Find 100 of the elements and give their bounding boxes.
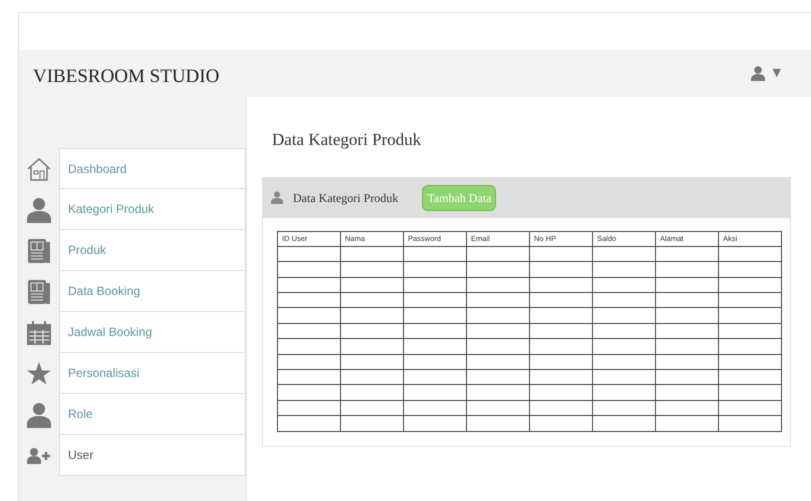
table-cell bbox=[340, 384, 404, 400]
table-cell bbox=[718, 277, 782, 293]
table-cell bbox=[466, 246, 530, 262]
document-icon bbox=[28, 238, 50, 262]
table-cell bbox=[530, 246, 592, 262]
table-cell bbox=[530, 277, 592, 293]
table-cell bbox=[340, 323, 404, 339]
table-cell bbox=[404, 370, 466, 385]
table-cell bbox=[340, 354, 404, 370]
table-cell bbox=[592, 416, 656, 432]
table-cell bbox=[656, 400, 718, 416]
table-cell bbox=[278, 338, 340, 354]
table-cell bbox=[530, 416, 592, 432]
table-cell bbox=[530, 370, 592, 385]
table-cell bbox=[466, 323, 530, 339]
sidebar-item[interactable]: User bbox=[59, 435, 246, 476]
table-cell bbox=[278, 400, 340, 416]
page-title: Data Kategori Produk bbox=[272, 129, 422, 151]
table-cell bbox=[592, 246, 656, 262]
table-cell bbox=[404, 416, 466, 432]
table-cell bbox=[278, 262, 340, 278]
table-cell bbox=[718, 292, 782, 308]
document-icon bbox=[28, 280, 50, 304]
table-cell bbox=[530, 354, 592, 370]
table-cell bbox=[718, 384, 782, 400]
add-user-icon bbox=[27, 448, 51, 464]
table-cell bbox=[656, 292, 718, 308]
table-cell bbox=[340, 262, 404, 278]
table-cell bbox=[340, 292, 404, 308]
sidebar-item[interactable]: Personalisasi bbox=[59, 353, 246, 394]
table-cell bbox=[592, 308, 656, 324]
table-cell bbox=[718, 262, 782, 278]
table-cell bbox=[592, 277, 656, 293]
table-cell bbox=[530, 323, 592, 339]
card-title: Data Kategori Produk bbox=[293, 190, 398, 206]
sidebar-item[interactable]: Role bbox=[59, 394, 246, 435]
table-cell bbox=[656, 338, 718, 354]
table-cell bbox=[404, 292, 466, 308]
table-cell bbox=[718, 323, 782, 339]
house-icon bbox=[26, 156, 52, 182]
table-cell bbox=[466, 262, 530, 278]
user-icon bbox=[271, 191, 283, 204]
table-cell bbox=[404, 277, 466, 293]
table-cell bbox=[340, 277, 404, 293]
table-cell bbox=[404, 354, 466, 370]
table-cell bbox=[530, 292, 592, 308]
table-cell bbox=[592, 323, 656, 339]
sidebar-item[interactable]: Produk bbox=[59, 230, 246, 271]
table-cell bbox=[466, 400, 530, 416]
table-cell bbox=[718, 338, 782, 354]
table-cell bbox=[592, 262, 656, 278]
calendar-icon bbox=[27, 320, 51, 344]
user-icon bbox=[750, 66, 765, 81]
sidebar-item[interactable]: Data Booking bbox=[59, 271, 246, 312]
table-cell bbox=[656, 354, 718, 370]
table-cell bbox=[340, 338, 404, 354]
table-cell bbox=[530, 308, 592, 324]
table-cell bbox=[592, 384, 656, 400]
table-cell bbox=[278, 277, 340, 293]
table-cell bbox=[278, 246, 340, 262]
table-cell bbox=[404, 246, 466, 262]
table-cell bbox=[404, 338, 466, 354]
table-cell bbox=[592, 400, 656, 416]
table-cell bbox=[656, 308, 718, 324]
add-data-button[interactable]: Tambah Data bbox=[422, 184, 496, 210]
table-cell bbox=[656, 384, 718, 400]
table-cell bbox=[718, 246, 782, 262]
table-cell bbox=[530, 262, 592, 278]
table-cell bbox=[278, 384, 340, 400]
table-cell bbox=[530, 400, 592, 416]
table-cell bbox=[466, 370, 530, 385]
table-cell bbox=[278, 308, 340, 324]
table-cell bbox=[656, 416, 718, 432]
table-cell bbox=[466, 277, 530, 293]
table-cell bbox=[340, 246, 404, 262]
table-cell bbox=[466, 354, 530, 370]
table-cell bbox=[466, 384, 530, 400]
table-cell bbox=[718, 400, 782, 416]
table-cell bbox=[656, 262, 718, 278]
person-icon bbox=[27, 402, 51, 428]
sidebar-item[interactable]: Jadwal Booking bbox=[59, 312, 246, 353]
table-cell bbox=[404, 262, 466, 278]
table-cell bbox=[718, 354, 782, 370]
table-cell bbox=[340, 308, 404, 324]
table-cell bbox=[278, 292, 340, 308]
brand-title: VIBESROOM STUDIO bbox=[33, 65, 220, 90]
table-cell bbox=[278, 416, 340, 432]
user-menu[interactable]: ▼ bbox=[750, 65, 781, 82]
table-cell bbox=[466, 416, 530, 432]
table-cell bbox=[530, 384, 592, 400]
table-cell bbox=[592, 292, 656, 308]
sidebar-item[interactable]: Kategori Produk bbox=[59, 189, 246, 230]
sidebar-item[interactable]: Dashboard bbox=[59, 148, 246, 189]
table-cell bbox=[278, 323, 340, 339]
table-cell bbox=[466, 338, 530, 354]
table-cell bbox=[592, 370, 656, 385]
star-icon bbox=[27, 362, 51, 386]
table-cell bbox=[340, 400, 404, 416]
table-cell bbox=[404, 384, 466, 400]
table-cell bbox=[656, 323, 718, 339]
